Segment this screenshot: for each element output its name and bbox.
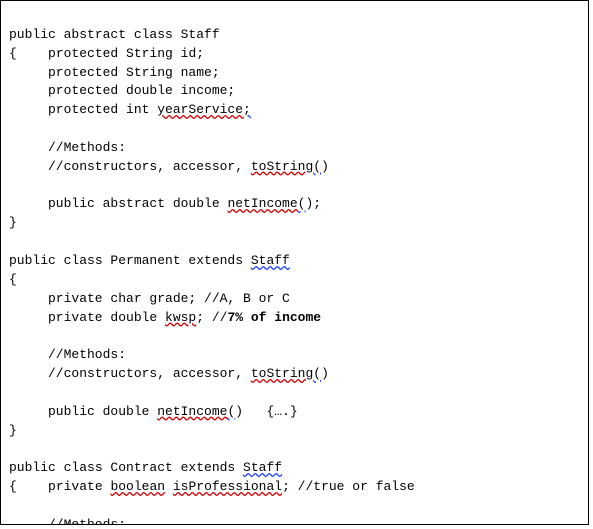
contract-decl-staff: Staff — [243, 460, 282, 475]
staff-field-year-pre: protected int — [9, 102, 157, 117]
contract-boolean: boolean — [110, 479, 165, 494]
staff-field-id: protected String id; — [17, 46, 204, 61]
contract-isprof: isProfessional — [173, 479, 282, 494]
perm-kwsp: kwsp — [165, 310, 196, 325]
staff-netincome: netIncome — [227, 196, 297, 211]
perm-decl-staff: Staff — [251, 253, 290, 268]
staff-abstract-pre: public abstract double — [9, 196, 227, 211]
perm-comment-ctor-pre: //constructors, accessor, — [9, 366, 251, 381]
staff-comment-ctor-pre: //constructors, accessor, — [9, 159, 251, 174]
contract-decl-pre: public class Contract extends — [9, 460, 243, 475]
perm-tostring-paren1: ( — [313, 366, 321, 381]
contract-comment-methods: //Methods: — [9, 517, 126, 525]
staff-field-income: protected double income; — [9, 83, 235, 98]
perm-tostring: toString — [251, 366, 313, 381]
brace: } — [9, 423, 17, 438]
brace: } — [9, 215, 17, 230]
perm-method-pre: public double — [9, 404, 157, 419]
perm-kwsp-mid: ; // — [196, 310, 227, 325]
brace: { — [9, 46, 17, 61]
perm-decl-pre: public class Permanent extends — [9, 253, 251, 268]
code-container: public abstract class Staff {protected S… — [0, 0, 589, 525]
staff-tostring-paren2: ) — [321, 159, 329, 174]
staff-field-year-word: yearService — [157, 102, 243, 117]
staff-tostring: toString — [251, 159, 313, 174]
contract-space — [165, 479, 173, 494]
perm-comment-methods: //Methods: — [9, 347, 126, 362]
brace: { — [9, 272, 17, 287]
staff-comment-methods: //Methods: — [9, 140, 126, 155]
perm-netincome-paren2: ) — [235, 404, 243, 419]
perm-field-kwsp-pre: private double — [9, 310, 165, 325]
contract-isprof-tail: ; //true or false — [282, 479, 415, 494]
perm-field-grade: private char grade; //A, B or C — [9, 291, 290, 306]
staff-field-year-semi: ; — [243, 102, 251, 117]
perm-netincome: netIncome — [157, 404, 227, 419]
perm-netincome-body: {….} — [243, 404, 298, 419]
brace: { — [9, 479, 17, 494]
staff-netincome-tail: ); — [305, 196, 321, 211]
staff-field-name: protected String name; — [9, 65, 220, 80]
staff-decl: public abstract class Staff — [9, 27, 220, 42]
staff-tostring-paren1: ( — [313, 159, 321, 174]
perm-tostring-paren2: ) — [321, 366, 329, 381]
perm-kwsp-bold: 7% of income — [227, 310, 321, 325]
contract-private: private — [17, 479, 111, 494]
